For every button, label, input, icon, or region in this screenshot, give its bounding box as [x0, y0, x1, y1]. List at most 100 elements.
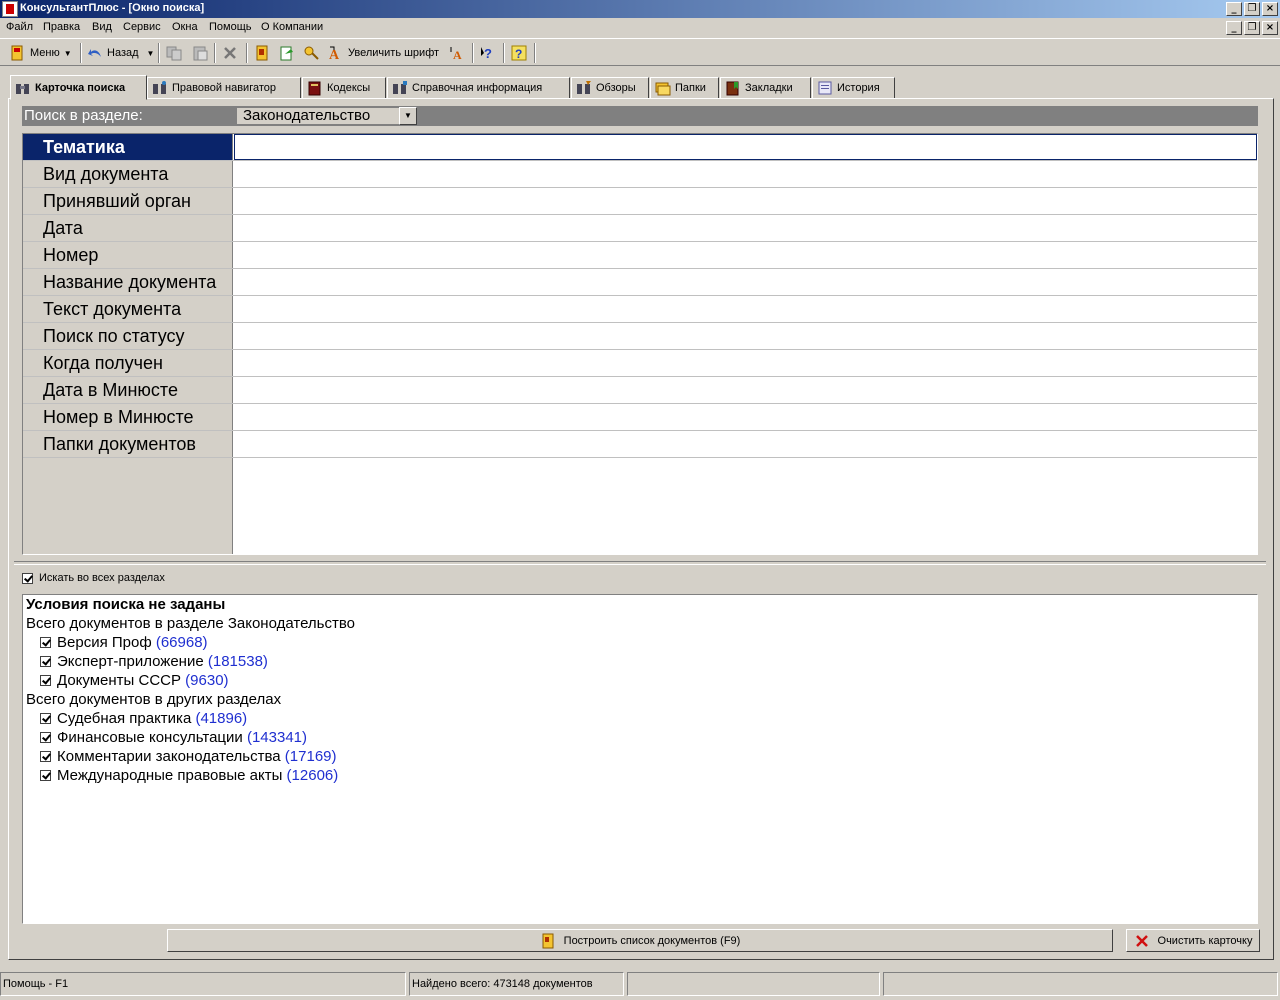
card-field-value[interactable]	[234, 215, 1257, 241]
doc-restore-button[interactable]: ❐	[1244, 21, 1260, 35]
svg-text:A: A	[453, 48, 462, 61]
menu-service[interactable]: Сервис	[123, 21, 161, 33]
card-field-value[interactable]	[234, 188, 1257, 214]
card-row-status[interactable]: Поиск по статусу	[23, 323, 1257, 350]
card-field-value[interactable]	[234, 377, 1257, 403]
copy-button[interactable]	[166, 43, 182, 63]
section-label: Поиск в разделе:	[24, 107, 143, 124]
list-item[interactable]: Международные правовые акты (12606)	[40, 767, 338, 784]
close-button[interactable]: ×	[1262, 2, 1278, 16]
restore-button[interactable]: ❐	[1244, 2, 1260, 16]
status-pane-4	[883, 972, 1278, 996]
checkbox[interactable]	[40, 656, 51, 667]
card-row-number[interactable]: Номер	[23, 242, 1257, 269]
section-dropdown[interactable]: Законодательство ▼	[236, 107, 417, 125]
card-field-value[interactable]	[234, 350, 1257, 376]
tab-bookmarks[interactable]: Закладки	[720, 77, 811, 99]
group-title-legislation: Всего документов в разделе Законодательс…	[26, 615, 355, 632]
card-row-doc-text[interactable]: Текст документа	[23, 296, 1257, 323]
card-row-doc-name[interactable]: Название документа	[23, 269, 1257, 296]
doc-close-button[interactable]: ×	[1262, 21, 1278, 35]
checkbox[interactable]	[40, 732, 51, 743]
list-item[interactable]: Финансовые консультации (143341)	[40, 729, 307, 746]
item-count: (181538)	[207, 653, 268, 670]
checkbox[interactable]	[22, 572, 33, 584]
decrease-font-button[interactable]: A	[449, 43, 465, 63]
checkbox[interactable]	[40, 675, 51, 686]
menu-bar: Файл Правка Вид Сервис Окна Помощь О Ком…	[0, 18, 1280, 38]
tab-reference-info[interactable]: Справочная информация	[387, 77, 570, 99]
card-row-received[interactable]: Когда получен	[23, 350, 1257, 377]
build-list-button[interactable]: Построить список документов (F9)	[167, 929, 1113, 952]
card-field-value[interactable]	[234, 269, 1257, 295]
card-row-doc-type[interactable]: Вид документа	[23, 161, 1257, 188]
menu-help[interactable]: Помощь	[209, 21, 252, 33]
search-all-label: Искать во всех разделах	[39, 572, 165, 584]
status-help: Помощь - F1	[0, 972, 406, 996]
tab-history[interactable]: История	[812, 77, 895, 99]
card-field-value[interactable]	[234, 296, 1257, 322]
tab-search-card[interactable]: Карточка поиска	[10, 75, 147, 100]
list-item[interactable]: Версия Проф (66968)	[40, 634, 208, 651]
checkbox[interactable]	[40, 751, 51, 762]
item-count: (143341)	[246, 729, 307, 746]
svg-text:?: ?	[515, 47, 522, 61]
item-count: (9630)	[185, 672, 229, 689]
card-field-value[interactable]	[234, 134, 1257, 160]
card-field-value[interactable]	[234, 404, 1257, 430]
tab-folders[interactable]: Папки	[650, 77, 719, 99]
card-row-date[interactable]: Дата	[23, 215, 1257, 242]
window-title: КонсультантПлюс - [Окно поиска]	[20, 2, 205, 14]
delete-button[interactable]	[222, 43, 238, 63]
increase-font-label: Увеличить шрифт	[348, 47, 440, 59]
card-row-topic[interactable]: Тематика	[23, 134, 1257, 161]
increase-font-button[interactable]: A Увеличить шрифт	[328, 43, 439, 63]
help-button[interactable]: ?	[511, 43, 527, 63]
card-field-value[interactable]	[234, 323, 1257, 349]
menu-windows[interactable]: Окна	[172, 21, 198, 33]
tab-reviews[interactable]: Обзоры	[571, 77, 649, 99]
tab-legal-navigator[interactable]: Правовой навигатор	[147, 77, 301, 99]
search-all-checkbox[interactable]: Искать во всех разделах	[22, 572, 165, 584]
item-name: Судебная практика	[57, 710, 192, 727]
tab-codes[interactable]: Кодексы	[302, 77, 386, 99]
document-button[interactable]	[254, 43, 270, 63]
menu-edit[interactable]: Правка	[43, 21, 80, 33]
context-help-button[interactable]: ?	[480, 43, 496, 63]
doc-minimize-button[interactable]: _	[1226, 21, 1242, 35]
menu-view[interactable]: Вид	[92, 21, 112, 33]
toolbar: Меню ▼ Назад ▼ A Увеличить шрифт A ? ?	[0, 38, 1280, 66]
paste-button[interactable]	[192, 43, 208, 63]
list-item[interactable]: Комментарии законодательства (17169)	[40, 748, 337, 765]
back-button[interactable]: Назад ▼	[87, 43, 154, 63]
folders-icon	[655, 80, 671, 96]
reference-icon	[392, 80, 408, 96]
card-row-authority[interactable]: Принявший орган	[23, 188, 1257, 215]
splitter[interactable]	[14, 561, 1266, 565]
bookmark-icon	[725, 80, 741, 96]
card-field-value[interactable]	[234, 431, 1257, 457]
chevron-down-icon[interactable]: ▼	[399, 107, 417, 125]
chevron-down-icon: ▼	[63, 48, 72, 58]
menu-book-icon	[9, 45, 25, 61]
card-field-value[interactable]	[234, 242, 1257, 268]
checkbox[interactable]	[40, 713, 51, 724]
list-item[interactable]: Судебная практика (41896)	[40, 710, 247, 727]
card-field-value[interactable]	[234, 161, 1257, 187]
item-count: (12606)	[286, 767, 339, 784]
menu-button[interactable]: Меню ▼	[9, 43, 72, 63]
minimize-button[interactable]: _	[1226, 2, 1242, 16]
export-button[interactable]	[279, 43, 295, 63]
list-item[interactable]: Эксперт-приложение (181538)	[40, 653, 268, 670]
list-item[interactable]: Документы СССР (9630)	[40, 672, 229, 689]
clear-card-button[interactable]: Очистить карточку	[1126, 929, 1260, 952]
card-row-doc-folders[interactable]: Папки документов	[23, 431, 1257, 458]
find-button[interactable]	[304, 43, 320, 63]
card-field-label: Номер в Минюсте	[23, 404, 233, 430]
checkbox[interactable]	[40, 770, 51, 781]
card-row-minjust-number[interactable]: Номер в Минюсте	[23, 404, 1257, 431]
menu-about[interactable]: О Компании	[261, 21, 323, 33]
checkbox[interactable]	[40, 637, 51, 648]
card-row-minjust-date[interactable]: Дата в Минюсте	[23, 377, 1257, 404]
menu-file[interactable]: Файл	[6, 21, 33, 33]
